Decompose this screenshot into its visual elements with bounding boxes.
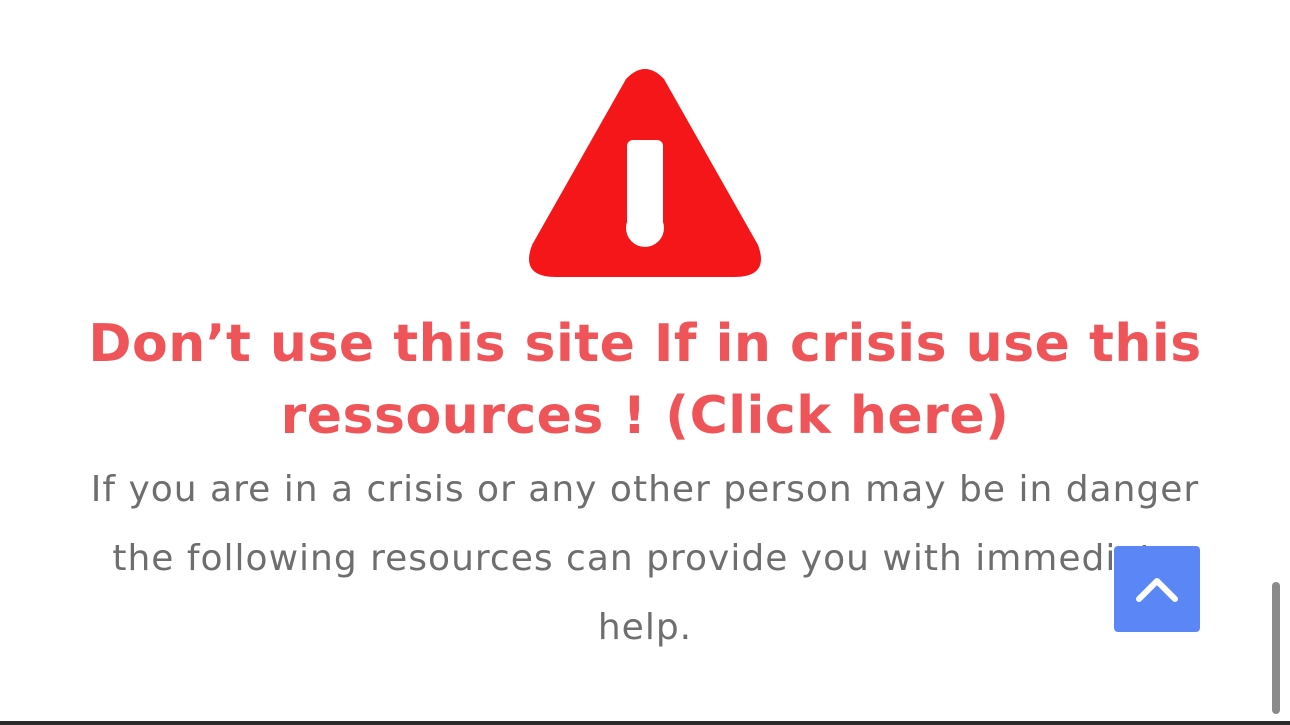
bottom-divider (0, 721, 1290, 725)
scrollbar-thumb[interactable] (1272, 582, 1280, 714)
back-to-top-button[interactable] (1114, 546, 1200, 632)
crisis-alert-page: Don’t use this site If in crisis use thi… (0, 0, 1290, 725)
chevron-up-icon (1136, 578, 1178, 602)
crisis-description: If you are in a crisis or any other pers… (90, 469, 1200, 648)
warning-triangle-icon (526, 67, 764, 279)
crisis-resources-link[interactable]: Don’t use this site If in crisis use thi… (60, 308, 1230, 452)
